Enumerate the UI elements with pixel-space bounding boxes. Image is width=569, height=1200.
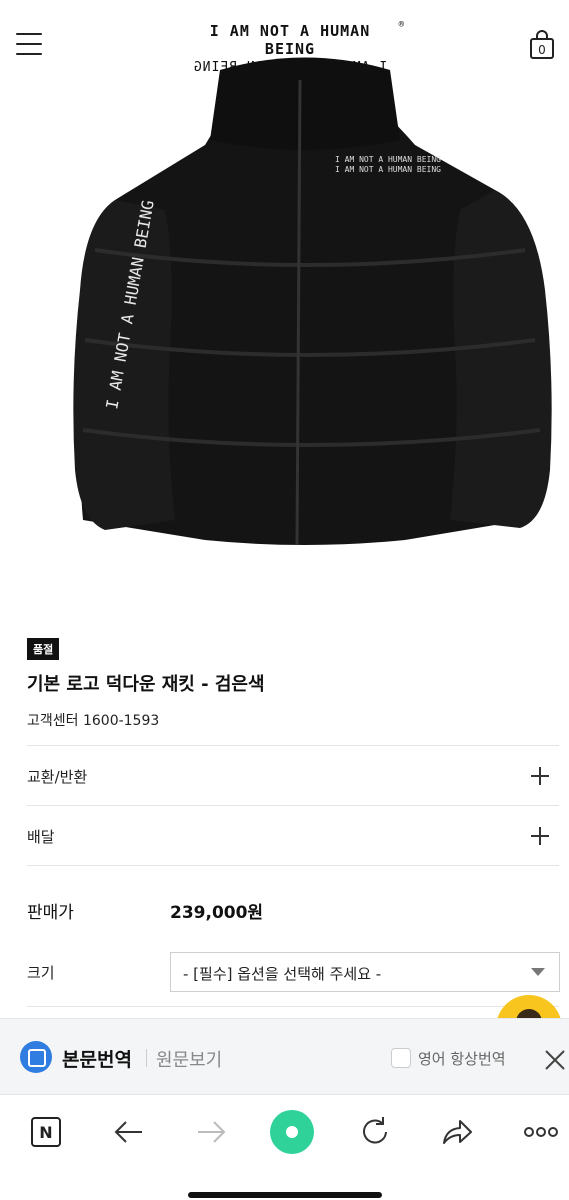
product-image[interactable]: I AM NOT A HUMAN BEING I AM NOT A HUMAN …	[55, 50, 560, 560]
close-icon[interactable]	[544, 1049, 566, 1071]
chest-print-line2: I AM NOT A HUMAN BEING	[335, 165, 441, 174]
divider	[27, 745, 559, 746]
browser-toolbar: N	[0, 1094, 569, 1200]
exchange-accordion-label[interactable]: 교환/반환	[27, 766, 87, 787]
back-arrow-icon[interactable]	[112, 1115, 146, 1149]
chest-print-line1: I AM NOT A HUMAN BEING	[335, 155, 441, 164]
translate-bar: 본문번역 원문보기 영어 항상번역	[0, 1018, 569, 1094]
size-select[interactable]: - [필수] 옵션을 선택해 주세요 -	[170, 952, 560, 992]
more-icon[interactable]	[522, 1115, 560, 1149]
sold-out-badge: 품절	[27, 638, 60, 660]
separator	[146, 1049, 147, 1067]
divider	[27, 1006, 559, 1007]
refresh-icon[interactable]	[358, 1115, 392, 1149]
registered-mark: ®	[398, 20, 404, 30]
home-indicator	[188, 1192, 382, 1198]
view-original-button[interactable]: 원문보기	[156, 1046, 222, 1072]
translate-icon	[20, 1041, 52, 1073]
customer-center-text: 고객센터 1600-1593	[27, 713, 160, 729]
forward-arrow-icon[interactable]	[194, 1115, 228, 1149]
product-title: 기본 로고 덕다운 재킷 - 검은색	[27, 674, 265, 695]
translate-body-button[interactable]: 본문번역	[62, 1045, 132, 1072]
price-value: 239,000원	[170, 903, 264, 923]
divider	[27, 805, 559, 806]
size-select-value: - [필수] 옵션을 선택해 주세요 -	[183, 965, 382, 983]
price-label: 판매가	[27, 903, 74, 923]
green-dot-icon[interactable]	[269, 1109, 315, 1155]
always-translate-checkbox[interactable]	[391, 1048, 411, 1068]
plus-icon[interactable]	[531, 827, 549, 845]
dropdown-arrow-icon	[531, 968, 545, 976]
hamburger-icon[interactable]	[16, 33, 42, 57]
always-translate-label[interactable]: 영어 항상번역	[418, 1048, 506, 1069]
share-icon[interactable]	[440, 1115, 474, 1149]
divider	[27, 865, 559, 866]
delivery-accordion-label[interactable]: 배달	[27, 826, 55, 847]
naver-home-letter: N	[39, 1123, 52, 1142]
plus-icon[interactable]	[531, 767, 549, 785]
size-label: 크기	[27, 964, 55, 982]
naver-home-icon[interactable]: N	[29, 1115, 63, 1149]
